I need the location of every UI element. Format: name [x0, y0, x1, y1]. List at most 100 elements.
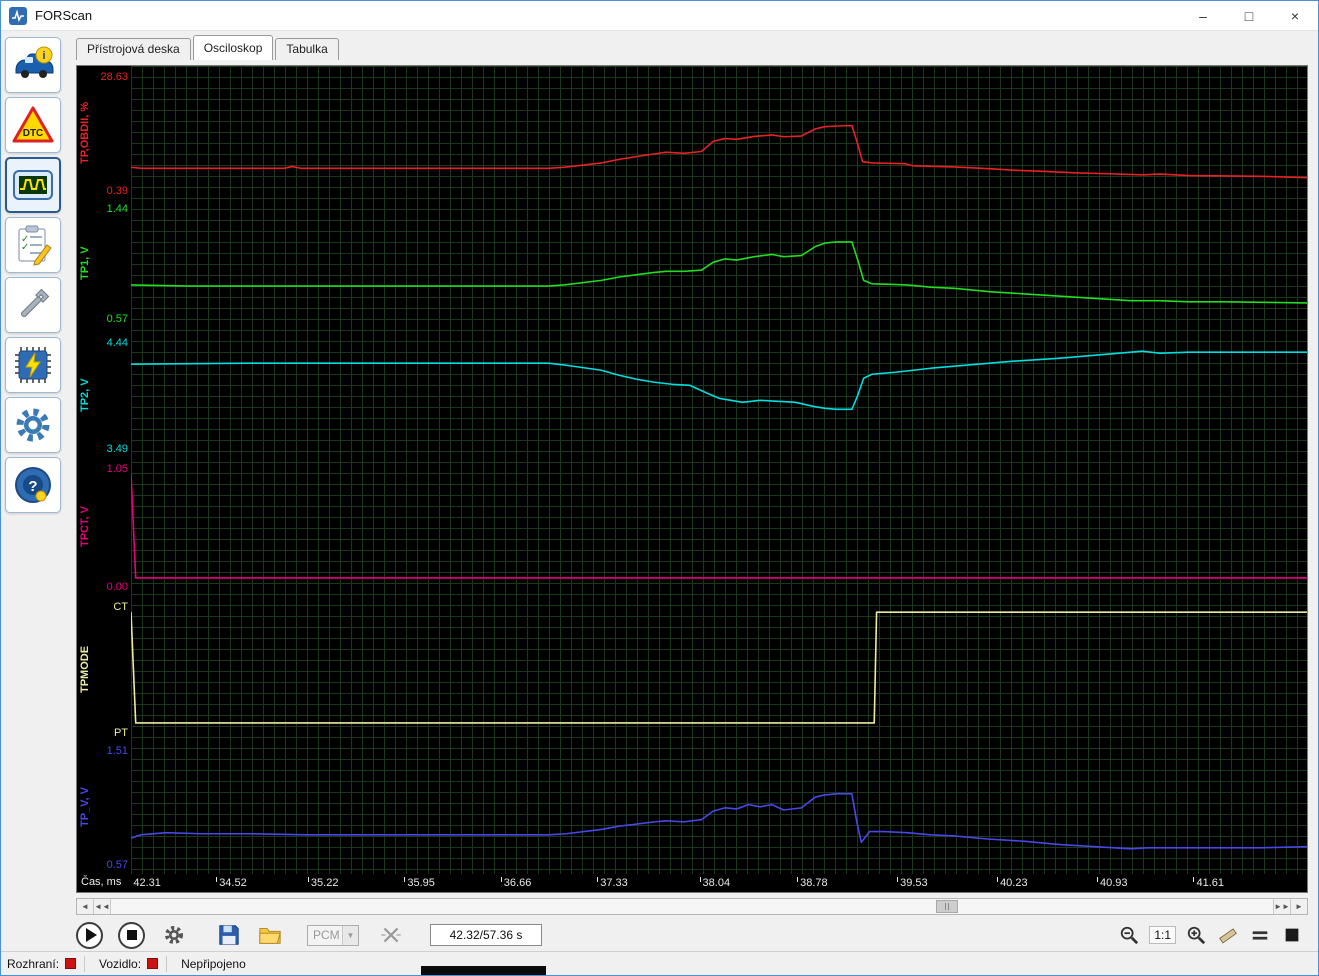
channel-max-label: 1.05 — [106, 463, 128, 475]
channel-max-label: 28.63 — [100, 71, 128, 83]
clear-marks-button[interactable] — [377, 922, 404, 949]
save-button[interactable] — [215, 922, 242, 949]
oscilloscope-icon — [13, 170, 53, 200]
trace-tpmode — [131, 598, 1307, 740]
vehicle-status-indicator — [147, 958, 159, 969]
gear-icon — [164, 926, 183, 944]
wrench-icon — [20, 288, 50, 318]
svg-text:✓: ✓ — [21, 242, 29, 253]
minimize-button[interactable]: – — [1180, 1, 1226, 31]
zoom-ratio-label: 1:1 — [1149, 926, 1176, 944]
channel-max-label: 1.44 — [106, 203, 128, 215]
sidebar-item-oscilloscope[interactable] — [5, 157, 61, 213]
channel-max-label: 1.51 — [106, 745, 128, 757]
interface-label: Rozhraní: — [7, 956, 60, 971]
stop-button[interactable] — [118, 921, 145, 949]
sidebar-item-settings[interactable] — [5, 397, 61, 453]
scroll-right-button[interactable]: ► — [1290, 899, 1307, 914]
title-bar: FORScan – □ × — [1, 1, 1318, 31]
channel-name: TPMODE — [79, 645, 91, 693]
scroll-left-button[interactable]: ◄ — [77, 899, 94, 914]
module-select-value: PCM — [313, 928, 340, 942]
channel-min-label: 0.57 — [106, 313, 128, 325]
zoom-out-button[interactable] — [1117, 923, 1141, 947]
app-icon — [9, 6, 27, 25]
x-axis-ticks: 42.31 34.52 35.22 35.95 36.66 37.33 38.04 38.78… — [131, 874, 1307, 892]
channel-max-label: CT — [113, 601, 128, 613]
channel-min-label: 3.49 — [106, 443, 128, 455]
scope-settings-button[interactable] — [160, 922, 187, 949]
channel-name: TP,OBDII, % — [79, 101, 91, 165]
sidebar-item-programming[interactable] — [5, 337, 61, 393]
zoom-controls: 1:1 — [1117, 923, 1308, 947]
forscan-window: { "window": { "title": "FORScan", "contr… — [0, 0, 1319, 976]
channel-min-label: 0.00 — [106, 581, 128, 593]
transport-toolbar: PCM ▼ 42.32/57.36 s 1:1 — [76, 918, 1308, 952]
scroll-left-fast-button[interactable]: ◄◄ — [94, 899, 111, 914]
scroll-right-fast-button[interactable]: ►► — [1273, 899, 1290, 914]
time-position-field[interactable]: 42.32/57.36 s — [430, 924, 542, 946]
folder-icon — [258, 928, 281, 944]
x-tick-label: 38.78 — [797, 877, 828, 889]
sidebar-item-tests[interactable]: ✓ ✓ — [5, 217, 61, 273]
x-tick-label: 40.93 — [1097, 877, 1128, 889]
channel-min-label: 0.57 — [106, 859, 128, 871]
x-tick-label: 42.31 — [133, 877, 161, 889]
channel-labels-tp2: TP2, V 4.44 3.49 — [77, 334, 131, 456]
channel-labels-tpmode: TPMODE CT PT — [77, 598, 131, 740]
channel-name: TP1, V — [79, 246, 91, 280]
channel-max-label: 4.44 — [106, 337, 128, 349]
horizontal-scrollbar: ◄ ◄◄ ►► ► — [76, 898, 1308, 915]
sidebar-item-service[interactable] — [5, 277, 61, 333]
vehicle-label: Vozidlo: — [99, 956, 142, 971]
trace-tpv — [131, 742, 1307, 872]
oscilloscope-chart: TP,OBDII, % 28.63 0.39 TP1, V 1.44 0.57 … — [76, 65, 1308, 893]
x-tick-label: 35.22 — [307, 877, 339, 889]
layout-lines-button[interactable] — [1248, 923, 1272, 947]
x-tick-label: 39.53 — [897, 877, 928, 889]
tab-oscilloscope[interactable]: Osciloskop — [192, 35, 274, 60]
x-tick-label: 35.95 — [404, 877, 435, 889]
x-tick-label: 40.23 — [997, 877, 1028, 889]
channel-labels-tp1: TP1, V 1.44 0.57 — [77, 200, 131, 326]
svg-text:i: i — [42, 50, 45, 62]
close-button[interactable]: × — [1272, 1, 1318, 31]
tab-dashboard[interactable]: Přístrojová deska — [76, 38, 191, 60]
play-button[interactable] — [76, 921, 103, 949]
stop-icon — [126, 930, 137, 940]
scrollbar-track[interactable] — [111, 899, 1273, 914]
sidebar-item-vehicle-info[interactable]: i — [5, 37, 61, 93]
channel-labels-tpobdii: TP,OBDII, % 28.63 0.39 — [77, 68, 131, 198]
x-tick-label: 34.52 — [216, 877, 247, 889]
window-title: FORScan — [35, 8, 93, 23]
dtc-warning-icon: DTC — [12, 106, 54, 143]
svg-text:?: ? — [28, 478, 37, 495]
tab-table[interactable]: Tabulka — [275, 38, 339, 60]
channel-name: TP_V, V — [79, 787, 91, 827]
floppy-icon — [218, 925, 239, 945]
x-tick-label: 41.61 — [1193, 877, 1224, 889]
solid-view-button[interactable] — [1280, 923, 1304, 947]
x-tick-label: 38.04 — [699, 877, 731, 889]
clear-marks-icon — [380, 927, 401, 943]
module-select[interactable]: PCM ▼ — [307, 924, 359, 946]
trace-tp2 — [131, 334, 1307, 456]
vehicle-info-icon: i — [15, 46, 54, 78]
x-axis-title: Čas, ms — [81, 876, 122, 888]
x-tick-label: 36.66 — [500, 877, 532, 889]
play-icon — [85, 928, 97, 942]
x-axis: Čas, ms 42.31 34.52 35.22 35.95 36.66 37.33 38… — [77, 874, 1307, 892]
sidebar-item-read-dtc[interactable]: DTC — [5, 97, 61, 153]
divider — [166, 955, 168, 972]
load-button[interactable] — [256, 922, 283, 949]
channel-name: TPCT, V — [79, 506, 91, 548]
interface-status-indicator — [65, 958, 77, 969]
plot-area[interactable] — [131, 66, 1307, 874]
scrollbar-thumb[interactable] — [936, 900, 959, 913]
measure-button[interactable] — [1216, 923, 1240, 947]
sidebar-item-about[interactable]: ? — [5, 457, 61, 513]
maximize-button[interactable]: □ — [1226, 1, 1272, 31]
zoom-in-button[interactable] — [1184, 923, 1208, 947]
tab-bar: Přístrojová deska Osciloskop Tabulka — [76, 35, 341, 60]
help-steering-icon: ? — [15, 467, 51, 503]
